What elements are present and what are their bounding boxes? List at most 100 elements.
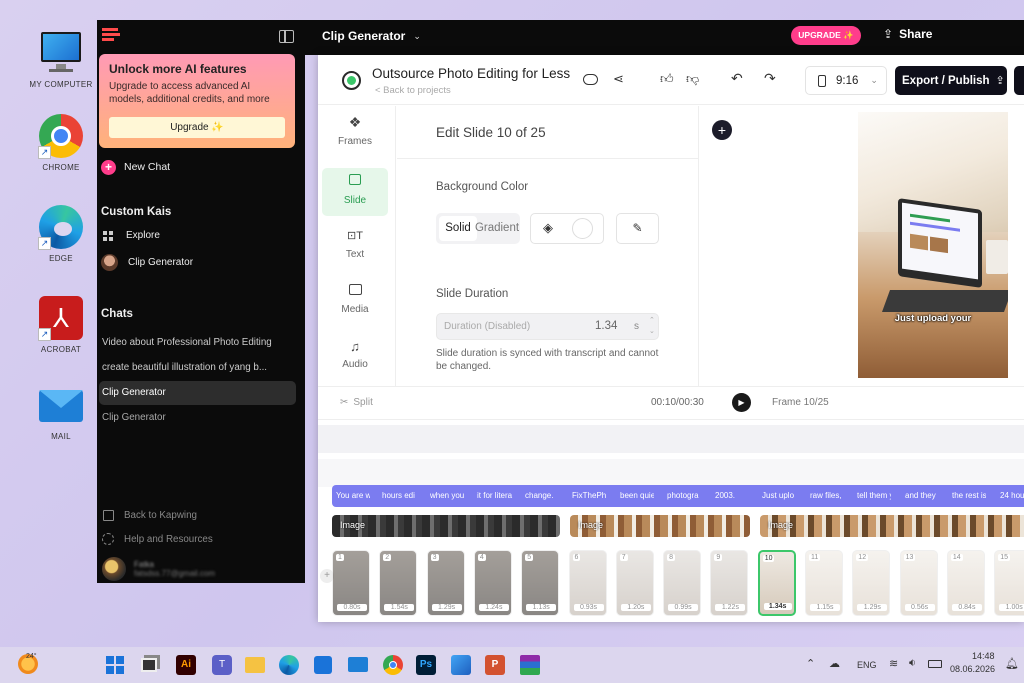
image-clip[interactable]: Image (760, 515, 1024, 537)
thumbs-down-icon[interactable]: 👎︎ (686, 71, 699, 87)
slide-thumbnail[interactable]: 13 0.56s (899, 550, 938, 616)
caption-clip[interactable]: You are w (336, 491, 370, 500)
slide-thumbnail[interactable]: 7 1.20s (615, 550, 654, 616)
slide-thumbnail[interactable]: 1 0.80s (332, 550, 370, 616)
new-chat-button[interactable]: + New Chat (101, 159, 170, 175)
powerpoint-icon[interactable]: P (485, 655, 505, 675)
desktop-icon-edge[interactable]: ↗ EDGE (26, 204, 96, 263)
extra-button[interactable] (1014, 66, 1024, 95)
network-status-icon[interactable]: ☁ (829, 657, 840, 670)
caption-clip[interactable]: the rest is (952, 491, 986, 500)
collapse-sidebar-icon[interactable] (279, 30, 294, 43)
chat-item[interactable]: Video about Professional Photo Editing (102, 337, 294, 348)
volume-icon[interactable]: 🔉︎ (909, 657, 916, 670)
clock-date[interactable]: 08.06.2026 (950, 664, 995, 674)
kapwing-logo-icon[interactable] (102, 28, 120, 42)
aspect-ratio-select[interactable]: 9:16 ⌄ (805, 66, 887, 95)
caption-clip[interactable]: FixThePh (572, 491, 606, 500)
store-icon[interactable] (314, 656, 332, 674)
bg-solid-tab[interactable]: Solid (439, 216, 477, 241)
desktop-icon-mail[interactable]: MAIL (26, 382, 96, 441)
split-button[interactable]: ✂ Split (340, 397, 373, 408)
user-profile[interactable]: Fatka fatsdss.77@gmail.com (102, 557, 215, 581)
share-button[interactable]: ⇪ Share (883, 27, 932, 41)
back-to-kapwing-link[interactable]: Back to Kapwing (103, 510, 197, 521)
image-clip[interactable]: Image (332, 515, 560, 537)
slide-thumbnail[interactable]: 6 0.93s (568, 550, 607, 616)
wifi-icon[interactable]: ≋ (889, 657, 898, 670)
slide-thumbnail[interactable]: 4 1.24s (473, 550, 512, 616)
battery-icon[interactable] (928, 660, 942, 668)
share-nodes-icon[interactable]: ⋖ (613, 71, 624, 87)
upgrade-button[interactable]: UPGRADE ✨ (791, 26, 861, 45)
task-view-icon[interactable] (141, 658, 157, 672)
desktop-icon-acrobat[interactable]: ⅄ ↗ ACROBAT (26, 295, 96, 354)
winrar-icon[interactable] (520, 655, 540, 675)
cloud-sync-icon[interactable] (583, 74, 598, 85)
chat-item[interactable]: Clip Generator (102, 412, 294, 423)
bg-gradient-tab[interactable]: Gradient (474, 216, 520, 241)
caption-clip[interactable]: raw files, (810, 491, 844, 500)
chat-item-selected[interactable]: Clip Generator (99, 381, 296, 405)
slide-thumbnail[interactable]: 14 0.84s (946, 550, 985, 616)
tray-chevron-icon[interactable]: ⌃ (806, 657, 815, 670)
caption-clip[interactable]: tell them y (857, 491, 891, 500)
tool-slide[interactable]: Slide (322, 168, 388, 216)
caption-clip[interactable]: been quie (620, 491, 654, 500)
file-explorer-icon[interactable] (245, 657, 265, 673)
mail-taskbar-icon[interactable] (348, 657, 368, 672)
slide-thumbnail-selected[interactable]: 10 1.34s (757, 550, 796, 616)
slide-thumbnail[interactable]: 9 1.22s (710, 550, 749, 616)
caption-clip[interactable]: Just uplo (762, 491, 796, 500)
app-title-dropdown[interactable]: Clip Generator ⌄ (322, 29, 421, 43)
illustrator-icon[interactable]: Ai (176, 655, 196, 675)
tool-text[interactable]: ⊡T Text (322, 229, 388, 273)
project-title[interactable]: Outsource Photo Editing for Less (372, 66, 592, 81)
kapwing-app-icon[interactable] (342, 71, 361, 90)
preview-canvas[interactable]: Just upload your (858, 112, 1008, 378)
help-resources-link[interactable]: Help and Resources (102, 533, 213, 545)
chat-item[interactable]: create beautiful illustration of yang b.… (102, 362, 294, 373)
photos-icon[interactable] (451, 655, 471, 675)
back-to-projects-link[interactable]: < Back to projects (375, 85, 451, 96)
tool-media[interactable]: Media (322, 284, 388, 328)
edge-taskbar-icon[interactable] (279, 655, 299, 675)
start-icon[interactable] (106, 656, 124, 674)
caption-clip[interactable]: hours edi (382, 491, 416, 500)
caption-clip[interactable]: and they (905, 491, 939, 500)
export-publish-button[interactable]: Export / Publish ⇪ (895, 66, 1007, 95)
notification-bell-icon[interactable]: 🔔︎ (1005, 657, 1019, 670)
desktop-icon-my-computer[interactable]: MY COMPUTER (26, 30, 96, 89)
chrome-taskbar-icon[interactable] (383, 655, 403, 675)
slide-thumbnail[interactable]: 2 1.54s (379, 550, 418, 616)
promo-upgrade-button[interactable]: Upgrade ✨ (109, 117, 285, 138)
caption-clip[interactable]: change. (525, 491, 559, 500)
slide-thumbnail[interactable]: 8 0.99s (663, 550, 702, 616)
sidebar-item-explore[interactable]: Explore (103, 230, 160, 241)
language-indicator[interactable]: ENG (857, 660, 877, 670)
thumbs-up-icon[interactable]: 👍︎ (660, 71, 674, 87)
eyedropper-button[interactable]: ✎ (616, 213, 659, 244)
redo-icon[interactable]: ↷ (764, 70, 776, 87)
sidebar-item-clip-generator[interactable]: Clip Generator (101, 254, 193, 271)
desktop-icon-chrome[interactable]: ↗ CHROME (26, 113, 96, 172)
undo-icon[interactable]: ↶ (731, 70, 743, 87)
caption-clip[interactable]: 2003. (715, 491, 749, 500)
caption-clip[interactable]: 24 hou (1000, 491, 1024, 500)
add-slide-button[interactable]: + (712, 120, 732, 140)
slide-thumbnail[interactable]: 12 1.29s (852, 550, 891, 616)
caption-clip[interactable]: it for litera (477, 491, 513, 500)
caption-clip[interactable]: when you (430, 491, 464, 500)
slide-thumbnail[interactable]: 15 1.00s (994, 550, 1024, 616)
clock-time[interactable]: 14:48 (972, 651, 995, 661)
tool-frames[interactable]: ❖ Frames (322, 114, 388, 158)
teams-icon[interactable]: T (212, 655, 232, 675)
image-clip[interactable]: Image (570, 515, 750, 537)
slide-thumbnail[interactable]: 5 1.13s (521, 550, 560, 616)
slide-thumbnail[interactable]: 3 1.29s (426, 550, 465, 616)
caption-clip[interactable]: photogra (667, 491, 701, 500)
tool-audio[interactable]: ♫ Audio (322, 339, 388, 383)
play-button[interactable]: ▶ (732, 393, 751, 412)
bg-color-picker[interactable]: ◈ (530, 213, 604, 244)
photoshop-icon[interactable]: Ps (416, 655, 436, 675)
